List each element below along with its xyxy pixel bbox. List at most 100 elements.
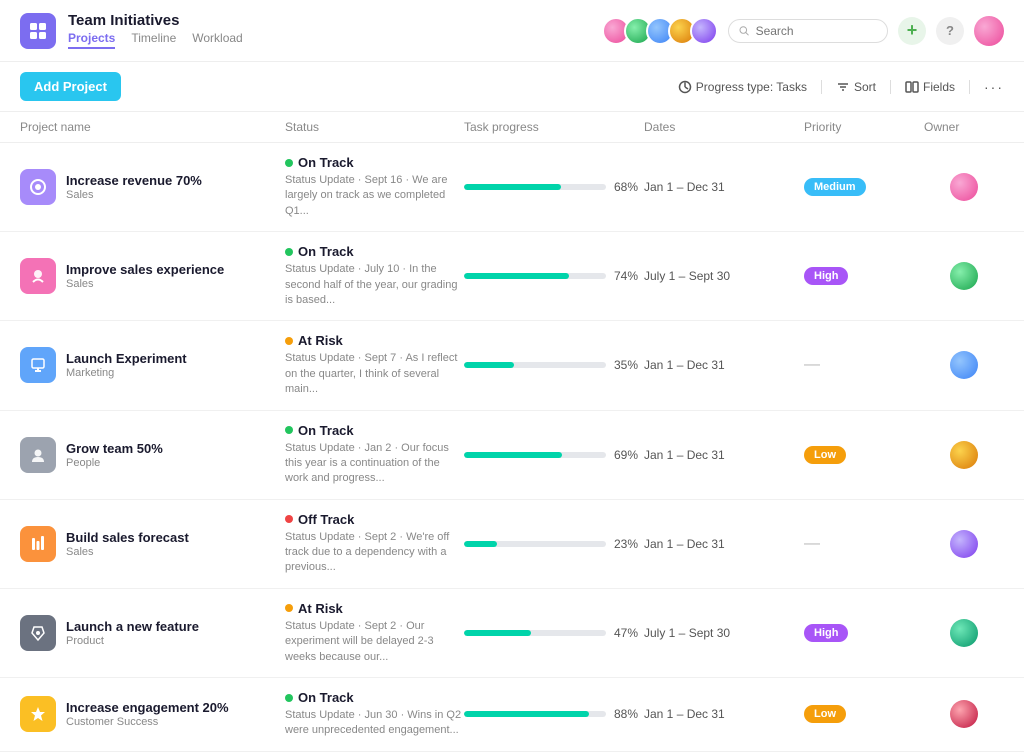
status-cell: On Track Status Update · Jan 2 · Our foc… [285, 423, 464, 487]
project-category: Sales [66, 189, 202, 201]
project-name: Build sales forecast [66, 530, 189, 545]
toolbar-divider-3 [969, 80, 970, 94]
owner-avatar [950, 619, 978, 647]
project-category: People [66, 457, 163, 469]
dates-cell: Jan 1 – Dec 31 [644, 707, 804, 721]
priority-dash: — [804, 535, 820, 552]
owner-avatar [950, 351, 978, 379]
progress-bar-bg [464, 273, 606, 279]
col-project-name: Project name [20, 120, 285, 134]
progress-cell: 35% [464, 358, 644, 372]
fields-icon [905, 80, 919, 94]
status-dot [285, 337, 293, 345]
progress-type-button[interactable]: Progress type: Tasks [678, 80, 807, 94]
owner-avatar [950, 530, 978, 558]
table-row[interactable]: Grow team 50% People On Track Status Upd… [0, 411, 1024, 500]
table-row[interactable]: Build sales forecast Sales Off Track Sta… [0, 500, 1024, 589]
priority-badge: Low [804, 446, 846, 464]
status-dot [285, 515, 293, 523]
status-text: On Track [298, 244, 354, 259]
status-update: Status Update · Sept 2 · Our experiment … [285, 619, 464, 665]
project-info: Build sales forecast Sales [66, 530, 189, 558]
owner-avatar [950, 262, 978, 290]
add-button[interactable]: + [898, 17, 926, 45]
project-icon [20, 258, 56, 294]
status-text: At Risk [298, 601, 343, 616]
current-user-avatar [974, 16, 1004, 46]
search-box[interactable] [728, 19, 888, 43]
status-line: At Risk [285, 601, 464, 616]
nav-projects[interactable]: Projects [68, 31, 115, 49]
progress-bar-fill [464, 184, 561, 190]
project-name: Launch Experiment [66, 351, 187, 366]
progress-pct: 35% [614, 358, 644, 372]
project-category: Sales [66, 546, 189, 558]
project-name: Increase engagement 20% [66, 700, 229, 715]
col-priority: Priority [804, 120, 924, 134]
fields-button[interactable]: Fields [905, 80, 955, 94]
priority-badge: Medium [804, 178, 866, 196]
project-name: Improve sales experience [66, 262, 224, 277]
project-name: Increase revenue 70% [66, 173, 202, 188]
owner-cell [924, 530, 1004, 558]
status-update: Status Update · Sept 2 · We're off track… [285, 530, 464, 576]
priority-dash: — [804, 356, 820, 373]
status-cell: At Risk Status Update · Sept 7 · As I re… [285, 333, 464, 397]
col-task-progress: Task progress [464, 120, 644, 134]
table-row[interactable]: Launch a new feature Product At Risk Sta… [0, 589, 1024, 678]
status-line: Off Track [285, 512, 464, 527]
status-dot [285, 426, 293, 434]
more-button[interactable]: ··· [984, 79, 1004, 95]
progress-bar-bg [464, 541, 606, 547]
project-icon [20, 526, 56, 562]
owner-avatar [950, 700, 978, 728]
sort-button[interactable]: Sort [836, 80, 876, 94]
table-row[interactable]: Improve sales experience Sales On Track … [0, 232, 1024, 321]
col-dates: Dates [644, 120, 804, 134]
sort-icon [836, 80, 850, 94]
status-text: On Track [298, 423, 354, 438]
project-name-cell: Launch Experiment Marketing [20, 347, 285, 383]
status-line: On Track [285, 155, 464, 170]
avatar-5 [690, 17, 718, 45]
project-category: Product [66, 635, 199, 647]
progress-type-label: Progress type: Tasks [696, 80, 807, 94]
help-button[interactable]: ? [936, 17, 964, 45]
progress-bar-bg [464, 711, 606, 717]
nav-workload[interactable]: Workload [192, 31, 242, 49]
table-row[interactable]: Increase revenue 70% Sales On Track Stat… [0, 143, 1024, 232]
col-owner: Owner [924, 120, 1004, 134]
progress-pct: 69% [614, 448, 644, 462]
app-header: Team Initiatives Projects Timeline Workl… [0, 0, 1024, 62]
project-info: Launch a new feature Product [66, 619, 199, 647]
dates-cell: July 1 – Sept 30 [644, 269, 804, 283]
priority-cell: — [804, 535, 924, 553]
priority-badge: Low [804, 705, 846, 723]
status-text: Off Track [298, 512, 354, 527]
project-category: Sales [66, 278, 224, 290]
status-cell: On Track Status Update · July 10 · In th… [285, 244, 464, 308]
status-update: Status Update · Jun 30 · Wins in Q2 were… [285, 708, 464, 739]
project-info: Grow team 50% People [66, 441, 163, 469]
progress-type-icon [678, 80, 692, 94]
toolbar-divider-2 [890, 80, 891, 94]
table-row[interactable]: Launch Experiment Marketing At Risk Stat… [0, 321, 1024, 410]
nav-timeline[interactable]: Timeline [131, 31, 176, 49]
progress-bar-fill [464, 273, 569, 279]
progress-cell: 69% [464, 448, 644, 462]
status-cell: On Track Status Update · Jun 30 · Wins i… [285, 690, 464, 739]
priority-cell: High [804, 624, 924, 642]
status-update: Status Update · Jan 2 · Our focus this y… [285, 441, 464, 487]
owner-cell [924, 441, 1004, 469]
search-input[interactable] [756, 24, 877, 38]
sort-label: Sort [854, 80, 876, 94]
dates-cell: Jan 1 – Dec 31 [644, 448, 804, 462]
priority-cell: — [804, 356, 924, 374]
progress-pct: 23% [614, 537, 644, 551]
col-status: Status [285, 120, 464, 134]
add-project-button[interactable]: Add Project [20, 72, 121, 101]
dates-cell: Jan 1 – Dec 31 [644, 537, 804, 551]
table-row[interactable]: Increase engagement 20% Customer Success… [0, 678, 1024, 752]
dates-cell: Jan 1 – Dec 31 [644, 180, 804, 194]
status-line: On Track [285, 690, 464, 705]
